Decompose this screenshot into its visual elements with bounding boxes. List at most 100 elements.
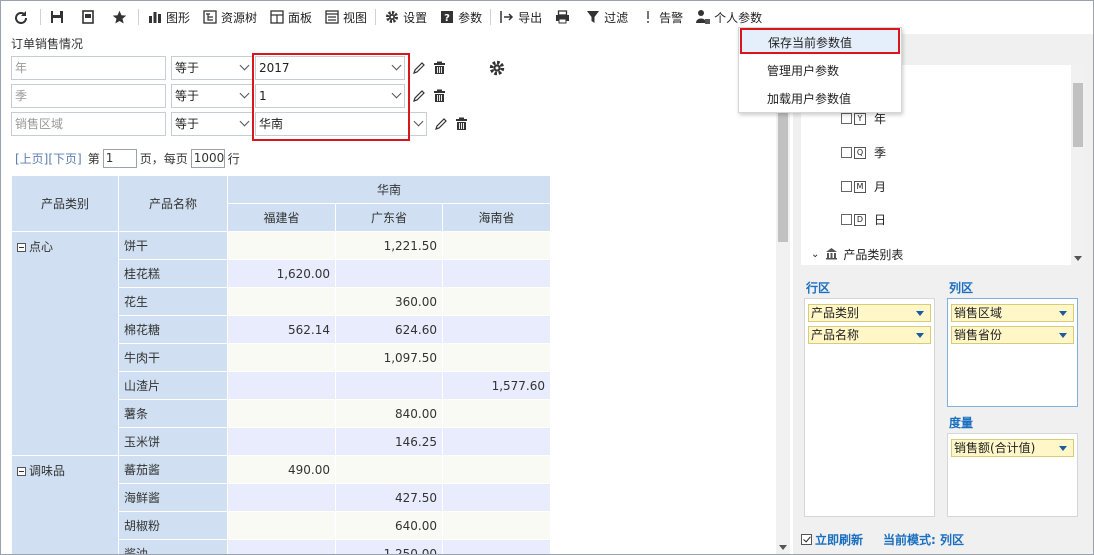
- menu-item-manage-params[interactable]: 管理用户参数: [739, 58, 901, 84]
- param-icon: ?: [439, 9, 455, 25]
- tree-checkbox[interactable]: [841, 113, 852, 124]
- tree-node-month[interactable]: M 月: [841, 178, 886, 195]
- auto-refresh-checkbox[interactable]: [801, 534, 812, 545]
- category-label: 点心: [29, 240, 54, 254]
- dropdown-arrow-icon[interactable]: [1059, 333, 1067, 338]
- dropdown-arrow-icon[interactable]: [1059, 311, 1067, 316]
- gear-icon[interactable]: [489, 60, 505, 76]
- header-category[interactable]: 产品类别: [11, 175, 119, 232]
- value-cell: 624.60: [335, 315, 443, 344]
- tree-node-day[interactable]: D 日: [841, 211, 886, 228]
- header-product-name[interactable]: 产品名称: [118, 175, 228, 232]
- refresh-icon: [13, 9, 29, 25]
- pager: [上页] [下页] 第 1 页，每页 1000 行: [15, 149, 240, 168]
- row-zone[interactable]: 产品类别 产品名称: [804, 298, 935, 517]
- chart-button[interactable]: 图形: [141, 5, 196, 29]
- auto-refresh-label[interactable]: 立即刷新: [815, 531, 863, 548]
- product-name-cell: 蕃茄酱: [118, 455, 228, 484]
- value-cell: [335, 371, 443, 400]
- tree-scrollbar[interactable]: [1071, 65, 1085, 265]
- row-field-chip[interactable]: 产品名称: [808, 326, 931, 344]
- save-button[interactable]: [43, 5, 74, 29]
- edit-icon[interactable]: [433, 116, 449, 132]
- alert-icon: [640, 9, 656, 25]
- tree-checkbox[interactable]: [841, 181, 852, 192]
- collapse-icon[interactable]: [17, 243, 26, 252]
- user-param-icon: [695, 9, 711, 25]
- header-province[interactable]: 海南省: [442, 203, 551, 232]
- table-row: 点心 饼干 1,221.50: [11, 231, 551, 456]
- page-input[interactable]: 1: [102, 149, 137, 168]
- tree-node-table[interactable]: ⌄ 产品类别表: [811, 246, 903, 263]
- value-cell: 1,620.00: [227, 259, 336, 288]
- value-cell: 1,577.60: [442, 371, 551, 400]
- operator-select[interactable]: 等于: [171, 84, 253, 108]
- alert-label: 告警: [659, 10, 684, 25]
- toolbar-divider: [40, 9, 41, 25]
- param-name-field[interactable]: 季: [11, 84, 166, 108]
- refresh-button[interactable]: [7, 5, 38, 29]
- chevron-down-icon[interactable]: ⌄: [811, 249, 819, 260]
- row-field-chip[interactable]: 产品类别: [808, 304, 931, 322]
- panel-button[interactable]: 面板: [263, 5, 318, 29]
- column-field-chip[interactable]: 销售区域: [951, 304, 1074, 322]
- collapse-icon[interactable]: [17, 467, 26, 476]
- print-button[interactable]: [548, 5, 579, 29]
- param-name-field[interactable]: 销售区域: [11, 112, 166, 136]
- delete-icon[interactable]: [453, 116, 469, 132]
- header-region[interactable]: 华南: [227, 175, 551, 204]
- category-cell[interactable]: 调味品: [11, 455, 119, 554]
- scrollbar-thumb[interactable]: [1073, 83, 1083, 147]
- view-button[interactable]: 视图: [318, 5, 373, 29]
- tree-node-quarter[interactable]: Q 季: [841, 144, 886, 161]
- report-title: 订单销售情况: [11, 37, 84, 51]
- measure-zone[interactable]: 销售额(合计值): [947, 433, 1078, 517]
- menu-item-load-params[interactable]: 加载用户参数值: [739, 86, 901, 112]
- resource-tree-button[interactable]: 资源树: [196, 5, 263, 29]
- dropdown-arrow-icon[interactable]: [916, 333, 924, 338]
- scroll-down-icon[interactable]: [779, 545, 787, 550]
- favorite-button[interactable]: [105, 5, 136, 29]
- chip-label: 销售额(合计值): [954, 441, 1036, 455]
- user-param-button[interactable]: 个人参数: [689, 5, 768, 29]
- alert-button[interactable]: 告警: [634, 5, 689, 29]
- header-province[interactable]: 广东省: [335, 203, 443, 232]
- export-button[interactable]: 导出: [493, 5, 548, 29]
- print-icon: [554, 9, 570, 25]
- settings-label: 设置: [403, 10, 428, 25]
- measure-field-chip[interactable]: 销售额(合计值): [951, 439, 1074, 457]
- menu-item-save-params[interactable]: 保存当前参数值: [740, 28, 900, 54]
- delete-icon[interactable]: [431, 88, 447, 104]
- next-page-link[interactable]: [下页]: [48, 150, 81, 167]
- dropdown-arrow-icon[interactable]: [1059, 446, 1067, 451]
- param-name-field[interactable]: 年: [11, 56, 166, 80]
- tree-checkbox[interactable]: [841, 147, 852, 158]
- operator-select[interactable]: 等于: [171, 56, 253, 80]
- param-button[interactable]: ? 参数: [433, 5, 488, 29]
- filter-icon: [585, 9, 601, 25]
- filter-button[interactable]: 过滤: [579, 5, 634, 29]
- operator-select[interactable]: 等于: [171, 112, 253, 136]
- settings-button[interactable]: 设置: [378, 5, 433, 29]
- edit-icon[interactable]: [411, 60, 427, 76]
- view-label: 视图: [343, 10, 368, 25]
- measure-zone-label: 度量: [949, 416, 974, 430]
- product-name-cell: 棉花糖: [118, 315, 228, 344]
- tree-checkbox[interactable]: [841, 214, 852, 225]
- edit-icon[interactable]: [411, 88, 427, 104]
- category-cell[interactable]: 点心: [11, 231, 119, 456]
- column-zone[interactable]: 销售区域 销售省份: [947, 298, 1078, 407]
- scroll-down-icon[interactable]: [1074, 256, 1082, 261]
- column-field-chip[interactable]: 销售省份: [951, 326, 1074, 344]
- value-cell: 1,250.00: [335, 539, 443, 554]
- dropdown-arrow-icon[interactable]: [916, 311, 924, 316]
- delete-icon[interactable]: [431, 60, 447, 76]
- per-page-input[interactable]: 1000: [190, 149, 225, 168]
- value-cell: [442, 455, 551, 484]
- value-cell: [227, 511, 336, 540]
- filter-label: 过滤: [604, 10, 629, 25]
- prev-page-link[interactable]: [上页]: [15, 150, 48, 167]
- table-icon: [825, 247, 838, 263]
- save-as-button[interactable]: [74, 5, 105, 29]
- header-province[interactable]: 福建省: [227, 203, 336, 232]
